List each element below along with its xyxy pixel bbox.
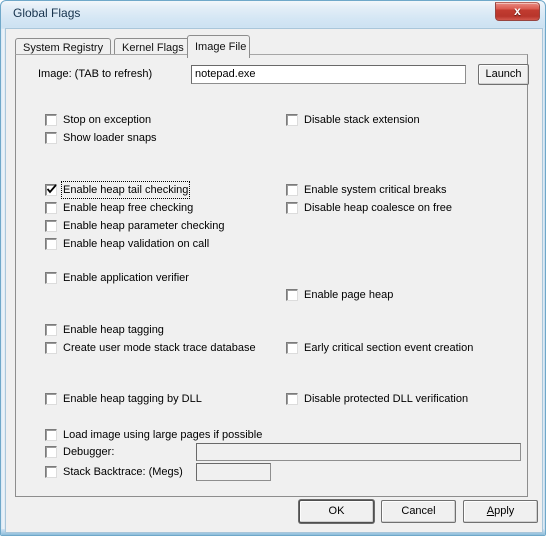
checkbox-label: Disable stack extension (304, 114, 420, 126)
checkbox-label: Stop on exception (63, 114, 152, 126)
apply-accelerator: A (486, 505, 495, 517)
stack-backtrace-input[interactable] (196, 463, 271, 481)
checkbox-label: Show loader snaps (63, 132, 157, 144)
debugger-input[interactable] (196, 443, 521, 461)
checkbox-label: Enable heap validation on call (63, 238, 210, 250)
checkbox-box (286, 184, 298, 196)
checkbox-box (45, 342, 57, 354)
checkbox-box (45, 132, 57, 144)
checkbox-label: Enable heap parameter checking (63, 220, 225, 232)
checkbox-box (286, 393, 298, 405)
checkbox-box (45, 238, 57, 250)
checkbox-box (286, 289, 298, 301)
checkbox-box (45, 202, 57, 214)
cancel-button[interactable]: Cancel (381, 500, 456, 523)
checkbox-box (286, 202, 298, 214)
checkbox-label: Enable heap tail checking (60, 181, 191, 199)
image-input[interactable]: notepad.exe (191, 65, 466, 84)
checkbox-box (45, 272, 57, 284)
ok-button[interactable]: OK (299, 500, 374, 523)
title-bar[interactable]: Global Flags x (1, 1, 545, 29)
checkbox-label: Enable heap free checking (63, 202, 194, 214)
checkbox-label: Create user mode stack trace database (63, 342, 256, 354)
dialog-client-area: System Registry Kernel Flags Image File … (6, 29, 542, 532)
checkbox-label: Stack Backtrace: (Megs) (63, 466, 183, 478)
checkbox-box (45, 220, 57, 232)
tab-page-image-file: Image: (TAB to refresh) notepad.exe Laun… (15, 54, 529, 497)
checkbox-label: Enable application verifier (63, 272, 189, 284)
check-icon (46, 184, 57, 194)
close-button[interactable]: x (495, 2, 540, 21)
checkbox-label: Early critical section event creation (304, 342, 474, 354)
checkbox-label: Load image using large pages if possible (63, 429, 263, 441)
image-label: Image: (TAB to refresh) (38, 68, 153, 80)
checkbox-label: Enable system critical breaks (304, 184, 447, 196)
checkbox-label: Enable heap tagging (63, 324, 164, 336)
checkbox-label: Enable heap tagging by DLL (63, 393, 202, 405)
checkbox-label: Disable protected DLL verification (304, 393, 469, 405)
global-flags-window: Global Flags x System Registry Kernel Fl… (0, 0, 546, 536)
checkbox-box (45, 114, 57, 126)
checkbox-label: Debugger: (63, 446, 115, 458)
window-title: Global Flags (13, 6, 81, 20)
launch-button[interactable]: Launch (478, 64, 529, 85)
apply-label-rest: pply (494, 505, 515, 517)
checkbox-box (45, 446, 57, 458)
checkbox-label: Enable page heap (304, 289, 394, 301)
close-icon: x (514, 4, 521, 18)
checkbox-box (45, 393, 57, 405)
tab-image-file[interactable]: Image File (187, 35, 250, 58)
checkbox-box (45, 429, 57, 441)
checkbox-label: Disable heap coalesce on free (304, 202, 452, 214)
apply-button[interactable]: Apply (463, 500, 538, 523)
checkbox-box (286, 342, 298, 354)
checkbox-box (45, 466, 57, 478)
checkbox-box (45, 324, 57, 336)
checkbox-box (286, 114, 298, 126)
